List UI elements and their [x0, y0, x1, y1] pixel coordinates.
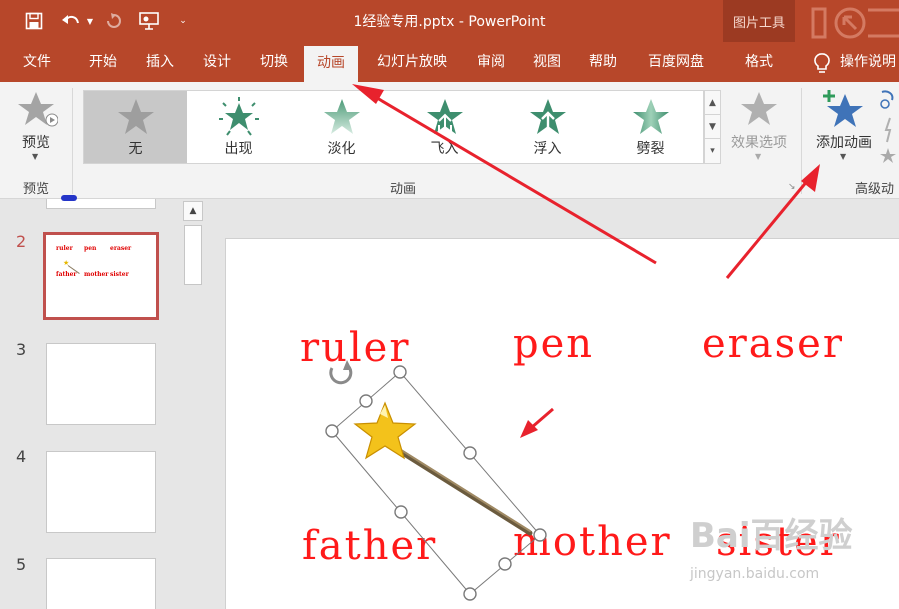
tab-format[interactable]: 格式	[727, 42, 791, 82]
add-animation-button[interactable]: 添加动画 ▼	[811, 88, 877, 166]
gallery-scroll-up-icon[interactable]: ▲	[705, 91, 720, 115]
slide-thumbnail-3[interactable]	[46, 343, 156, 425]
thumbnail-word: pen	[84, 245, 97, 252]
star-float-in-green-icon	[496, 97, 599, 137]
slide-word-eraser[interactable]: eraser	[702, 322, 844, 366]
animation-appear[interactable]: 出现	[187, 91, 290, 163]
tab-insert[interactable]: 插入	[133, 42, 187, 82]
chevron-down-icon: ▼	[840, 152, 847, 161]
tab-animations[interactable]: 动画	[304, 46, 358, 82]
slide-number: 2	[16, 232, 27, 251]
animation-float-in[interactable]: 浮入	[496, 91, 599, 163]
slide-thumbnail-4[interactable]	[46, 451, 156, 533]
star-effect-options-icon	[741, 92, 777, 125]
thumbnail-word: sister	[110, 271, 129, 278]
gallery-scroll: ▲ ▼ ▾	[704, 90, 721, 164]
animation-fly-in[interactable]: 飞入	[393, 91, 496, 163]
slide-thumbnail-1-partial[interactable]	[46, 195, 156, 209]
window-title: 1经验专用.pptx - PowerPoint	[353, 14, 546, 30]
scroll-up-icon[interactable]: ▲	[183, 201, 203, 221]
dialog-launcher-icon[interactable]: ↘	[788, 182, 796, 192]
tell-me-search[interactable]: 操作说明	[840, 42, 899, 82]
slide-word-pen[interactable]: pen	[513, 322, 594, 366]
thumbnail-scrollbar[interactable]: ▲	[183, 199, 203, 609]
slide-number: 3	[16, 340, 27, 359]
thumbnail-word: mother	[84, 271, 109, 278]
animation-none[interactable]: 无	[84, 91, 187, 163]
slide-thumbnail-2[interactable]: ruler pen eraser ★ father mother sister	[43, 232, 159, 320]
tab-help[interactable]: 帮助	[576, 42, 630, 82]
star-fade-green-icon	[290, 97, 393, 137]
scrollbar-thumb[interactable]	[184, 225, 202, 285]
group-separator	[801, 88, 802, 194]
tab-design[interactable]: 设计	[190, 42, 244, 82]
group-label-advanced-animation: 高级动	[855, 182, 895, 197]
effect-options-button[interactable]: 效果选项 ▼	[726, 88, 792, 166]
tab-slide-show[interactable]: 幻灯片放映	[364, 42, 460, 82]
animation-gallery: 无 出现 淡化 飞入 浮入 劈裂	[83, 90, 704, 164]
animation-split[interactable]: 劈裂	[599, 91, 702, 163]
star-add-animation-icon	[823, 90, 863, 127]
thumbnail-word: ruler	[56, 245, 73, 252]
star-burst-green-icon	[187, 97, 290, 137]
thumbnail-word: father	[56, 271, 77, 278]
slide-number: 5	[16, 555, 27, 574]
slide-thumbnail-pane: 2 ruler pen eraser ★ father mother siste…	[0, 195, 180, 609]
chevron-down-icon: ▼	[755, 152, 762, 161]
tab-home[interactable]: 开始	[76, 42, 130, 82]
star-split-green-icon	[599, 97, 702, 137]
star-fly-in-green-icon	[393, 97, 496, 137]
tab-file[interactable]: 文件	[10, 42, 64, 82]
tab-review[interactable]: 审阅	[464, 42, 518, 82]
chevron-down-icon: ▼	[32, 152, 39, 161]
gallery-scroll-down-icon[interactable]: ▼	[705, 115, 720, 139]
thumbnail-word: eraser	[110, 245, 132, 252]
group-label-animation: 动画	[389, 182, 416, 197]
animation-fade[interactable]: 淡化	[290, 91, 393, 163]
preview-button[interactable]: 预览 ▼	[10, 88, 62, 166]
ribbon-tabs: 文件 开始 插入 设计 切换 动画 幻灯片放映 审阅 视图 帮助 百度网盘 格式…	[0, 42, 899, 82]
slide-word-father[interactable]: father	[302, 524, 437, 568]
tab-view[interactable]: 视图	[520, 42, 574, 82]
group-separator	[72, 88, 73, 194]
tab-baidu-netdisk[interactable]: 百度网盘	[636, 42, 716, 82]
star-preview-icon	[18, 92, 58, 127]
thumbnail-shape	[61, 195, 77, 201]
star-gray-icon	[84, 97, 187, 137]
watermark-url: jingyan.baidu.com	[690, 566, 820, 582]
slide-number: 4	[16, 447, 27, 466]
watermark-logo: Bai百经验	[690, 516, 853, 556]
tab-transitions[interactable]: 切换	[247, 42, 301, 82]
ribbon-display-options-icon[interactable]	[810, 6, 899, 40]
lightbulb-icon	[813, 52, 831, 78]
slide-word-ruler[interactable]: ruler	[300, 326, 410, 370]
ribbon-animations: 预览 ▼ 预览 无 出现 淡化 飞入 浮入 劈裂 ▲ ▼ ▾ 效果选项 ▼ 动画…	[0, 82, 899, 199]
slide-thumbnail-5[interactable]	[46, 558, 156, 609]
slide-word-mother[interactable]: mother	[513, 520, 672, 564]
advanced-animation-icons[interactable]	[878, 88, 899, 168]
gallery-more-icon[interactable]: ▾	[705, 139, 720, 163]
group-label-preview: 预览	[22, 182, 49, 197]
